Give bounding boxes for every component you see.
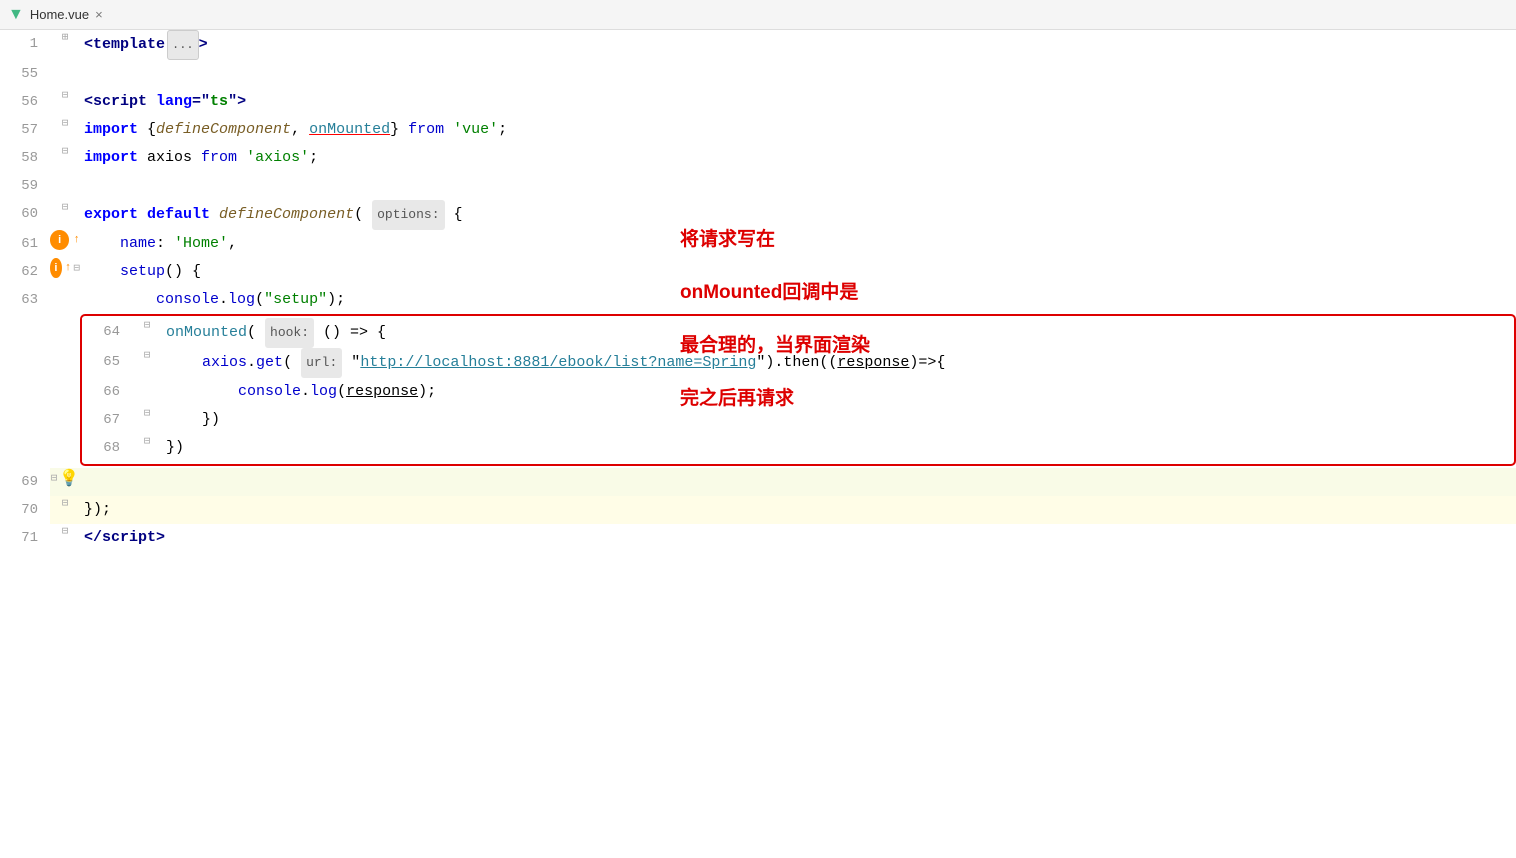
fold-icon-68[interactable]: ⊟ bbox=[144, 434, 151, 448]
line-55: 55 bbox=[0, 60, 1516, 88]
fold-icon-60[interactable]: ⊟ bbox=[62, 200, 69, 214]
line-number-71: 71 bbox=[0, 524, 50, 552]
line-number-58: 58 bbox=[0, 144, 50, 172]
line-content-69 bbox=[80, 468, 1516, 496]
line-67: 67 ⊟ }) bbox=[82, 406, 1514, 434]
line-71: 71 ⊟ </script> bbox=[0, 524, 1516, 552]
line-number-62: 62 bbox=[0, 258, 50, 286]
gutter-61: i↑ bbox=[50, 230, 80, 250]
arrow-up-62: ↑ bbox=[65, 262, 72, 274]
gutter-62: i↑ ⊟ bbox=[50, 258, 80, 278]
line-number-67: 67 bbox=[82, 406, 132, 434]
line-content-59 bbox=[80, 172, 1516, 200]
tab-close-button[interactable]: × bbox=[95, 7, 103, 22]
line-61: 61 i↑ name: 'Home', bbox=[0, 230, 1516, 258]
line-57: 57 ⊟ import {defineComponent, onMounted}… bbox=[0, 116, 1516, 144]
line-59: 59 bbox=[0, 172, 1516, 200]
line-number-56: 56 bbox=[0, 88, 50, 116]
fold-icon-62[interactable]: ⊟ bbox=[73, 261, 80, 275]
fold-icon-69[interactable]: ⊟ bbox=[51, 471, 58, 485]
fold-icon-57[interactable]: ⊟ bbox=[62, 116, 69, 130]
line-number-69: 69 bbox=[0, 468, 50, 496]
badge-i-62: i bbox=[50, 258, 62, 278]
gutter-65[interactable]: ⊟ bbox=[132, 348, 162, 362]
fold-icon-58[interactable]: ⊟ bbox=[62, 144, 69, 158]
line-1: 1 ⊞ <template...> bbox=[0, 30, 1516, 60]
line-content-67: }) bbox=[162, 406, 1514, 434]
line-number-63: 63 bbox=[0, 286, 50, 314]
code-editor: 1 ⊞ <template...> 55 56 ⊟ <script lang="… bbox=[0, 30, 1516, 552]
line-content-56: <script lang="ts"> bbox=[80, 88, 1516, 116]
line-number-64: 64 bbox=[82, 318, 132, 346]
line-68: 68 ⊟ }) bbox=[82, 434, 1514, 462]
line-70: 70 ⊟ }); bbox=[0, 496, 1516, 524]
line-content-64: onMounted( hook: () => { bbox=[162, 318, 1514, 348]
tab-bar: ▼ Home.vue × bbox=[0, 0, 1516, 30]
line-content-66: console.log(response); bbox=[162, 378, 1514, 406]
fold-icon-56[interactable]: ⊟ bbox=[62, 88, 69, 102]
line-number-65: 65 bbox=[82, 348, 132, 376]
line-number-61: 61 bbox=[0, 230, 50, 258]
arrow-up-61: ↑ bbox=[73, 234, 80, 246]
line-63: 63 console.log("setup"); bbox=[0, 286, 1516, 314]
line-number-1: 1 bbox=[0, 30, 50, 58]
line-content-57: import {defineComponent, onMounted} from… bbox=[80, 116, 1516, 144]
line-number-55: 55 bbox=[0, 60, 50, 88]
gutter-1[interactable]: ⊞ bbox=[50, 30, 80, 44]
line-content-58: import axios from 'axios'; bbox=[80, 144, 1516, 172]
gutter-58[interactable]: ⊟ bbox=[50, 144, 80, 158]
line-65: 65 ⊟ axios.get( url: "http://localhost:8… bbox=[82, 348, 1514, 378]
line-content-70: }); bbox=[80, 496, 1516, 524]
fold-icon-70[interactable]: ⊟ bbox=[62, 496, 69, 510]
bulb-icon-69[interactable]: 💡 bbox=[59, 468, 79, 488]
line-58: 58 ⊟ import axios from 'axios'; bbox=[0, 144, 1516, 172]
gutter-67[interactable]: ⊟ bbox=[132, 406, 162, 420]
gutter-70[interactable]: ⊟ bbox=[50, 496, 80, 510]
line-64: 64 ⊟ onMounted( hook: () => { bbox=[82, 318, 1514, 348]
line-content-1: <template...> bbox=[80, 30, 1516, 60]
line-content-62: setup() { bbox=[80, 258, 1516, 286]
line-content-61: name: 'Home', bbox=[80, 230, 1516, 258]
gutter-68[interactable]: ⊟ bbox=[132, 434, 162, 448]
vue-icon: ▼ bbox=[8, 6, 24, 24]
line-number-68: 68 bbox=[82, 434, 132, 462]
gutter-56[interactable]: ⊟ bbox=[50, 88, 80, 102]
line-content-55 bbox=[80, 60, 1516, 88]
line-56: 56 ⊟ <script lang="ts"> bbox=[0, 88, 1516, 116]
highlight-box: 64 ⊟ onMounted( hook: () => { 65 ⊟ axios… bbox=[80, 314, 1516, 466]
tab-filename[interactable]: Home.vue bbox=[30, 7, 89, 22]
line-content-63: console.log("setup"); bbox=[80, 286, 1516, 314]
badge-i-61: i bbox=[50, 230, 69, 250]
gutter-64[interactable]: ⊟ bbox=[132, 318, 162, 332]
line-content-65: axios.get( url: "http://localhost:8881/e… bbox=[162, 348, 1514, 378]
fold-icon-65[interactable]: ⊟ bbox=[144, 348, 151, 362]
line-number-70: 70 bbox=[0, 496, 50, 524]
line-62: 62 i↑ ⊟ setup() { bbox=[0, 258, 1516, 286]
line-69: 69 ⊟ 💡 bbox=[0, 468, 1516, 496]
line-66: 66 console.log(response); bbox=[82, 378, 1514, 406]
line-number-59: 59 bbox=[0, 172, 50, 200]
line-content-68: }) bbox=[162, 434, 1514, 462]
line-number-66: 66 bbox=[82, 378, 132, 406]
gutter-69[interactable]: ⊟ 💡 bbox=[50, 468, 80, 488]
gutter-60[interactable]: ⊟ bbox=[50, 200, 80, 214]
line-number-60: 60 bbox=[0, 200, 50, 228]
gutter-57[interactable]: ⊟ bbox=[50, 116, 80, 130]
gutter-71[interactable]: ⊟ bbox=[50, 524, 80, 538]
line-number-57: 57 bbox=[0, 116, 50, 144]
fold-icon-64[interactable]: ⊟ bbox=[144, 318, 151, 332]
fold-icon-71[interactable]: ⊟ bbox=[62, 524, 69, 538]
fold-icon-67[interactable]: ⊟ bbox=[144, 406, 151, 420]
line-content-71: </script> bbox=[80, 524, 1516, 552]
fold-icon-1[interactable]: ⊞ bbox=[62, 30, 69, 44]
line-60: 60 ⊟ export default defineComponent( opt… bbox=[0, 200, 1516, 230]
